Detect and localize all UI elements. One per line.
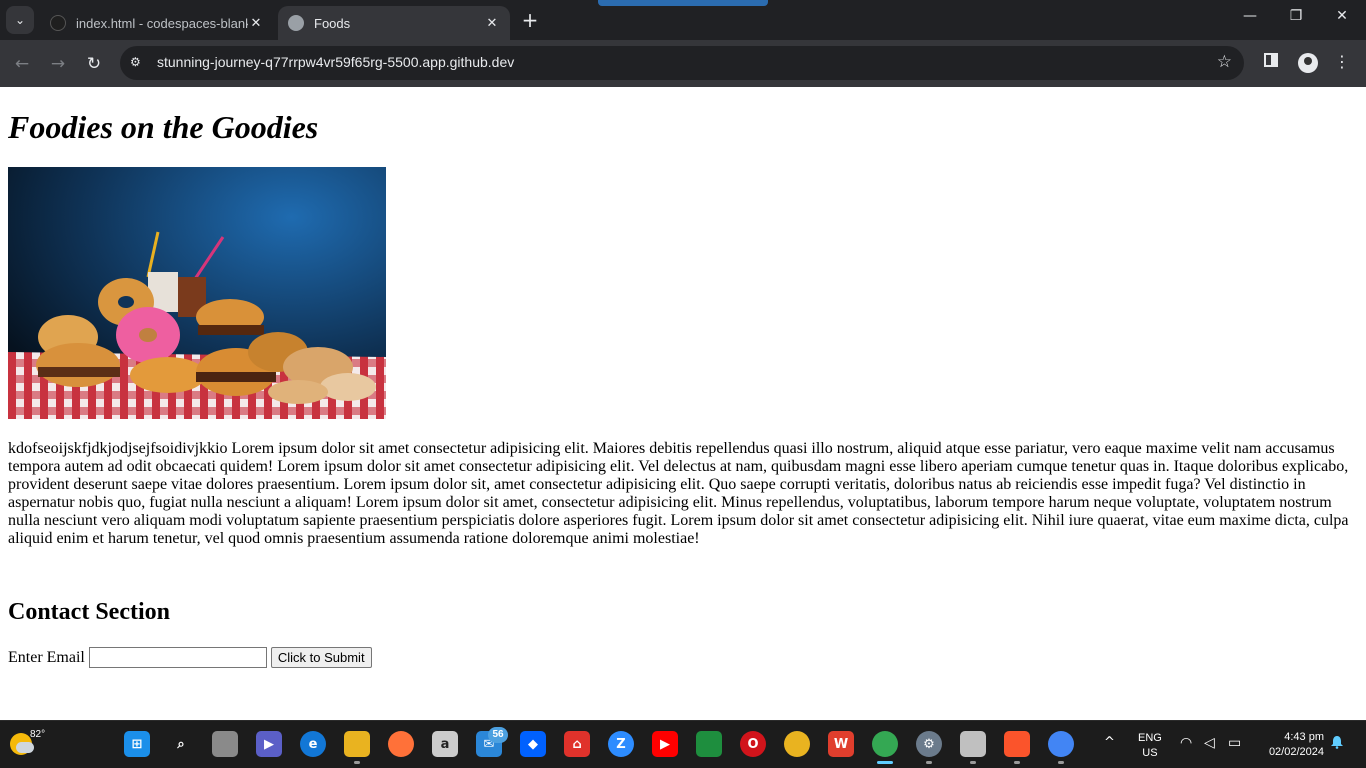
intro-paragraph: kdofseoijskfjdkjodjsejfsoidivjkkio Lorem… xyxy=(8,440,1349,547)
battery-icon[interactable]: ▭ xyxy=(1228,735,1241,751)
mail-badge: 56 xyxy=(488,727,508,743)
running-indicator xyxy=(970,761,976,764)
tab-title: Foods xyxy=(314,15,351,31)
email-field[interactable] xyxy=(88,647,267,668)
forward-button[interactable]: → xyxy=(46,52,70,76)
minimize-button[interactable]: — xyxy=(1238,8,1262,24)
running-indicator xyxy=(1058,761,1064,764)
meet-icon[interactable]: ▶ xyxy=(256,731,282,757)
edge-icon[interactable]: e xyxy=(300,731,326,757)
dropbox-icon[interactable]: ◆ xyxy=(520,731,546,757)
region-code: US xyxy=(1142,747,1158,759)
notification-bell-icon[interactable] xyxy=(1330,735,1344,749)
github-icon xyxy=(50,15,66,31)
close-tab-icon[interactable]: ✕ xyxy=(248,16,264,31)
window-accent-bar xyxy=(598,0,768,6)
settings-icon[interactable]: ⚙ xyxy=(916,731,942,757)
profile-avatar[interactable] xyxy=(1298,53,1318,73)
amazon-icon[interactable]: a xyxy=(432,731,458,757)
page-content: Foodies on the Goodies kdofseoijskfjdkjo… xyxy=(0,87,1366,720)
close-window-button[interactable]: ✕ xyxy=(1330,8,1354,24)
weather-widget[interactable]: 82° xyxy=(10,729,45,755)
new-tab-button[interactable]: + xyxy=(518,8,542,32)
start-icon[interactable]: ⊞ xyxy=(124,731,150,757)
snipping-tool-icon[interactable] xyxy=(960,731,986,757)
volume-icon[interactable]: ◁ xyxy=(1204,735,1215,751)
globe-icon xyxy=(288,15,304,31)
food-image xyxy=(8,167,386,419)
windows-taskbar: 82° ⊞ ⌕ ▶ e a ✉ 56 ◆ ⌂ Z ▶ O W ⚙ ^ ENG U… xyxy=(0,720,1366,768)
active-indicator xyxy=(877,761,893,764)
site-settings-icon[interactable]: ⚙ xyxy=(130,55,146,71)
back-button[interactable]: ← xyxy=(10,52,34,76)
tab-strip: ⌄ index.html - codespaces-blank [ ✕ Food… xyxy=(0,0,1366,40)
page-title: Foodies on the Goodies xyxy=(8,109,319,145)
tab-foods[interactable]: Foods ✕ xyxy=(278,6,510,40)
address-bar[interactable]: ⚙ stunning-journey-q77rrpw4vr59f65rg-550… xyxy=(120,46,1244,80)
time-text: 4:43 pm xyxy=(1284,731,1324,743)
bookmark-star-icon[interactable]: ☆ xyxy=(1217,52,1232,72)
contact-form: Enter Email Click to Submit xyxy=(8,647,372,668)
search-icon[interactable]: ⌕ xyxy=(168,731,194,757)
lang-code: ENG xyxy=(1138,732,1162,744)
firefox-icon[interactable] xyxy=(388,731,414,757)
tab-search-button[interactable]: ⌄ xyxy=(6,6,34,34)
language-indicator[interactable]: ENG US xyxy=(1138,731,1162,761)
chrome-profile-2-icon[interactable] xyxy=(1048,731,1074,757)
anydesk-icon[interactable]: ⌂ xyxy=(564,731,590,757)
reload-button[interactable]: ↻ xyxy=(82,52,106,76)
running-indicator xyxy=(1014,761,1020,764)
chrome-icon[interactable] xyxy=(784,731,810,757)
wifi-icon[interactable]: ◠ xyxy=(1180,735,1192,751)
browser-toolbar: ← → ↻ ⚙ stunning-journey-q77rrpw4vr59f65… xyxy=(0,40,1366,87)
chrome-profile-icon[interactable] xyxy=(872,731,898,757)
submit-button[interactable]: Click to Submit xyxy=(270,647,372,668)
file-explorer-icon[interactable] xyxy=(344,731,370,757)
clock[interactable]: 4:43 pm 02/02/2024 xyxy=(1269,730,1324,760)
side-panel-icon[interactable] xyxy=(1264,53,1278,67)
close-tab-icon[interactable]: ✕ xyxy=(484,16,500,31)
url-text[interactable]: stunning-journey-q77rrpw4vr59f65rg-5500.… xyxy=(157,54,514,70)
tab-codespaces[interactable]: index.html - codespaces-blank [ ✕ xyxy=(40,6,274,40)
brave-icon[interactable] xyxy=(1004,731,1030,757)
task-view-icon[interactable] xyxy=(212,731,238,757)
wps-office-icon[interactable]: W xyxy=(828,731,854,757)
menu-kebab-icon[interactable]: ⋮ xyxy=(1334,52,1350,71)
opera-icon[interactable]: O xyxy=(740,731,766,757)
running-indicator xyxy=(354,761,360,764)
tab-title: index.html - codespaces-blank [ xyxy=(76,15,248,31)
weather-temp: 82° xyxy=(30,729,46,740)
classroom-icon[interactable] xyxy=(696,731,722,757)
running-indicator xyxy=(926,761,932,764)
date-text: 02/02/2024 xyxy=(1268,746,1324,758)
contact-heading: Contact Section xyxy=(8,599,170,625)
restore-button[interactable]: ❐ xyxy=(1284,8,1308,24)
email-label: Enter Email xyxy=(8,648,85,666)
weather-icon xyxy=(10,733,34,755)
tray-overflow-chevron-icon[interactable]: ^ xyxy=(1104,735,1115,750)
youtube-icon[interactable]: ▶ xyxy=(652,731,678,757)
zoom-icon[interactable]: Z xyxy=(608,731,634,757)
